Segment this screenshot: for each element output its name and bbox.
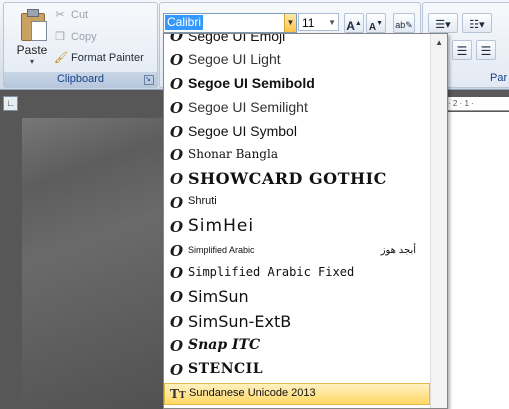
font-item-segoe-ui-light[interactable]: O Segoe UI Light <box>164 48 430 72</box>
font-item-showcard-gothic[interactable]: O SHOWCARD GOTHIC <box>164 166 430 192</box>
opentype-icon: O <box>170 194 184 212</box>
font-item-label: Simplified Arabic Fixed <box>188 265 355 279</box>
opentype-icon: O <box>170 75 184 93</box>
font-name-value[interactable]: Calibri <box>165 15 204 30</box>
opentype-icon: O <box>170 99 184 117</box>
grow-font-icon: A <box>346 19 355 33</box>
truetype-icon: TT <box>170 387 186 401</box>
align-center-icon: ☰ <box>456 44 468 58</box>
clipboard-group-label: Clipboard <box>4 72 157 87</box>
font-item-simplified-arabic[interactable]: O Simplified Arabic أبجد هوز <box>164 240 430 262</box>
opentype-icon: O <box>170 218 184 236</box>
opentype-icon: O <box>170 361 184 379</box>
align-right-icon: ☰ <box>480 44 492 58</box>
font-item-segoe-ui-symbol[interactable]: O Segoe UI Symbol <box>164 120 430 144</box>
grow-font-button[interactable]: A▲ <box>344 13 364 33</box>
font-item-shruti[interactable]: O Shruti <box>164 192 430 214</box>
font-item-segoe-ui-semibold[interactable]: O Segoe UI Semibold <box>164 72 430 96</box>
opentype-icon: O <box>170 288 184 306</box>
font-item-label: Segoe UI Emoji <box>188 33 286 44</box>
tab-selector-button[interactable]: ∟ <box>3 96 18 111</box>
font-item-label: Snap ITC <box>188 337 261 353</box>
font-size-value[interactable]: 11 <box>302 16 314 30</box>
font-item-segoe-ui-semilight[interactable]: O Segoe UI Semilight <box>164 96 430 120</box>
font-item-sundanese-unicode-2013[interactable]: TT Sundanese Unicode 2013 <box>164 383 430 405</box>
font-item-stencil[interactable]: O STENCIL <box>164 358 430 382</box>
numbering-icon: ☷▾ <box>469 19 485 31</box>
shrink-font-button[interactable]: A▼ <box>366 13 386 33</box>
cut-label: Cut <box>71 9 89 21</box>
bullets-icon: ☰▾ <box>435 19 451 31</box>
font-name-combobox[interactable]: Calibri ▼ <box>163 13 297 33</box>
paste-dropdown-arrow[interactable]: ▾ <box>10 57 54 66</box>
font-item-label: Segoe UI Symbol <box>188 123 297 139</box>
copy-button[interactable]: ❐ Copy <box>54 31 97 43</box>
font-item-label: Sundanese Unicode 2013 <box>189 387 316 399</box>
font-dropdown-list[interactable]: ▲ O Segoe UI Emoji O Segoe UI Light O Se… <box>163 33 448 409</box>
opentype-icon: O <box>170 313 184 331</box>
font-item-segoe-ui-emoji[interactable]: O Segoe UI Emoji <box>164 33 430 46</box>
copy-label: Copy <box>71 31 97 43</box>
paintbrush-icon: 🖌 <box>54 52 68 64</box>
font-size-combobox[interactable]: 11 ▼ <box>298 13 339 31</box>
document-page[interactable] <box>448 112 509 409</box>
font-item-shonar-bangla[interactable]: O Shonar Bangla <box>164 144 430 166</box>
font-item-label: Shonar Bangla <box>188 147 278 161</box>
scroll-up-arrow-icon[interactable]: ▲ <box>435 38 443 47</box>
clear-formatting-button[interactable]: ab✎ <box>393 13 415 33</box>
font-item-snap-itc[interactable]: O Snap ITC <box>164 334 430 358</box>
opentype-icon: O <box>170 242 184 260</box>
tab-stop-icon: ∟ <box>6 98 15 108</box>
font-item-simsun[interactable]: O SimSun <box>164 284 430 310</box>
opentype-icon: O <box>170 264 184 282</box>
font-item-label: Segoe UI Semilight <box>188 99 308 115</box>
opentype-icon: O <box>170 51 184 69</box>
font-item-label: Segoe UI Light <box>188 51 281 67</box>
opentype-icon: O <box>170 337 184 355</box>
format-painter-button[interactable]: 🖌 Format Painter <box>54 52 144 64</box>
opentype-icon: O <box>170 146 184 164</box>
font-item-label: Simplified Arabic <box>188 245 255 255</box>
paste-button[interactable]: Paste ▾ <box>10 7 54 69</box>
paragraph-group-label: Par <box>490 72 508 84</box>
numbering-button[interactable]: ☷▾ <box>462 13 492 33</box>
font-item-label: STENCIL <box>188 361 264 377</box>
format-painter-label: Format Painter <box>71 52 144 64</box>
font-item-label: SimSun-ExtB <box>188 312 292 331</box>
font-item-label: SimSun <box>188 287 249 306</box>
scissors-icon: ✂ <box>55 9 65 21</box>
copy-icon: ❐ <box>55 31 65 43</box>
paste-icon <box>17 9 47 41</box>
font-item-simhei[interactable]: O SimHei <box>164 214 430 240</box>
align-right-button[interactable]: ☰ <box>476 40 496 60</box>
font-item-simsun-extb[interactable]: O SimSun-ExtB <box>164 310 430 334</box>
clear-formatting-icon: ab✎ <box>395 20 413 30</box>
font-item-label: SimHei <box>188 216 255 236</box>
font-size-dropdown-arrow-icon[interactable]: ▼ <box>328 14 336 32</box>
opentype-icon: O <box>170 33 184 45</box>
font-list-scrollbar[interactable]: ▲ <box>430 34 447 408</box>
align-center-button[interactable]: ☰ <box>452 40 472 60</box>
font-item-label: Segoe UI Semibold <box>188 75 315 91</box>
bullets-button[interactable]: ☰▾ <box>428 13 458 33</box>
opentype-icon: O <box>170 170 184 188</box>
font-item-label: SHOWCARD GOTHIC <box>188 169 387 188</box>
ruler-marks: · 2 · 1 · <box>448 99 474 108</box>
font-item-sample: أبجد هوز <box>380 245 416 256</box>
font-dropdown-arrow-icon[interactable]: ▼ <box>284 14 296 32</box>
opentype-icon: O <box>170 123 184 141</box>
font-item-simplified-arabic-fixed[interactable]: O Simplified Arabic Fixed <box>164 262 430 284</box>
font-item-label: Shruti <box>188 195 217 207</box>
clipboard-dialog-launcher-icon[interactable]: ↘ <box>144 75 154 85</box>
paste-label: Paste <box>16 43 48 57</box>
cut-button[interactable]: ✂ Cut <box>54 9 88 21</box>
